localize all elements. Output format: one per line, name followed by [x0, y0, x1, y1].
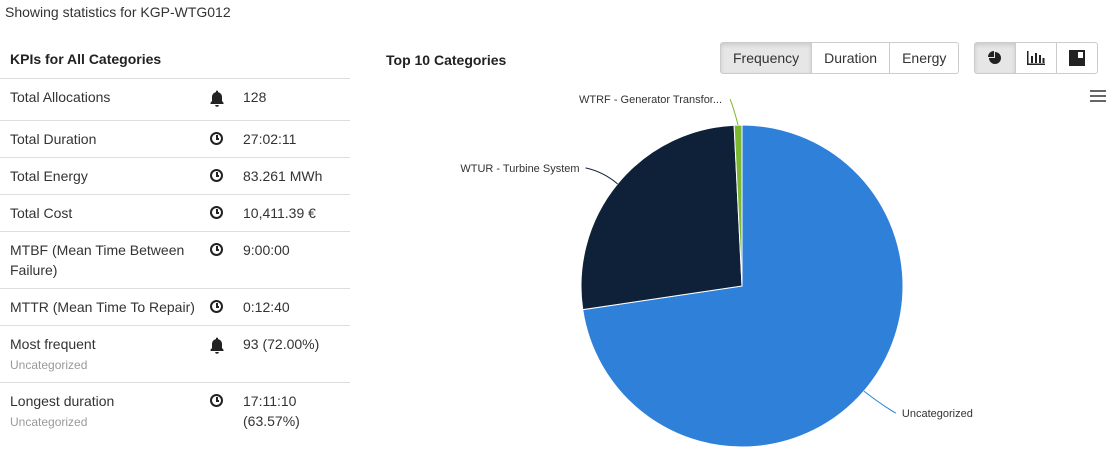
kpi-title: KPIs for All Categories [0, 40, 350, 79]
kpi-label: Total Duration [10, 131, 97, 147]
bell-icon [205, 334, 243, 374]
hamburger-menu-icon[interactable] [1090, 90, 1106, 104]
pie-chart: Uncategorized WTUR - Turbine System WTRF -… [460, 94, 973, 448]
kpi-label: Longest duration [10, 393, 115, 409]
kpi-label: MTTR (Mean Time To Repair) [10, 299, 195, 315]
kpi-label: Total Allocations [10, 89, 111, 105]
pie-chart-icon [988, 51, 1001, 64]
kpi-row: MTTR (Mean Time To Repair) 0:12:40 [0, 289, 350, 326]
kpi-sub-label: Uncategorized [10, 358, 88, 372]
kpi-value: 93 (72.00%) [243, 336, 320, 352]
duration-button[interactable]: Duration [811, 42, 891, 74]
pie-slice-label: WTUR - Turbine System [460, 163, 579, 175]
clock-icon [205, 240, 243, 280]
kpi-label: MTBF (Mean Time Between Failure) [10, 242, 185, 278]
kpi-label: Most frequent [10, 336, 96, 352]
table-layout-icon [1069, 50, 1085, 66]
kpi-label-cell: Most frequent Uncategorized [10, 334, 205, 374]
kpi-value: 10,411.39 € [243, 205, 316, 221]
pie-view-button[interactable] [974, 42, 1016, 74]
pie-label-connector [729, 98, 739, 126]
pie-slice-label: WTRF - Generator Transfor... [579, 94, 722, 106]
clock-icon [205, 129, 243, 149]
view-button-group [974, 42, 1098, 74]
kpi-value: 0:12:40 [243, 299, 290, 315]
chart-title: Top 10 Categories [386, 52, 507, 68]
kpi-row: Total Energy 83.261 MWh [0, 158, 350, 195]
kpi-value: 17:11:10 (63.57%) [243, 393, 300, 429]
kpi-label-cell: MTBF (Mean Time Between Failure) [10, 240, 205, 280]
metric-button-group: Frequency Duration Energy [720, 42, 960, 74]
kpi-label-cell: Total Energy [10, 166, 205, 186]
kpi-row: Total Allocations 128 [0, 79, 350, 121]
pie-slice-label: Uncategorized [902, 408, 973, 420]
kpi-label: Total Energy [10, 168, 88, 184]
kpi-row: Longest duration Uncategorized 17:11:10 (6… [0, 383, 350, 439]
kpi-row: Total Duration 27:02:11 [0, 121, 350, 158]
kpi-value: 9:00:00 [243, 242, 290, 258]
clock-icon [205, 391, 243, 431]
kpi-value: 128 [243, 89, 267, 105]
kpi-value: 27:02:11 [243, 131, 297, 147]
kpi-label-cell: Total Allocations [10, 87, 205, 112]
energy-button[interactable]: Energy [889, 42, 960, 74]
pie-label-connector [585, 167, 618, 185]
kpi-label-cell: Total Cost [10, 203, 205, 223]
pie-slice[interactable] [580, 124, 743, 311]
kpi-value: 83.261 MWh [243, 168, 323, 184]
page-header: Showing statistics for KGP-WTG012 [5, 4, 231, 20]
bell-icon [205, 87, 243, 112]
clock-icon [205, 166, 243, 186]
kpi-label-cell: Total Duration [10, 129, 205, 149]
kpi-label: Total Cost [10, 205, 73, 221]
kpi-panel: KPIs for All Categories Total Allocation… [0, 40, 350, 439]
kpi-sub-label: Uncategorized [10, 415, 88, 429]
clock-icon [205, 297, 243, 317]
pie-label-connector [863, 390, 897, 414]
kpi-row: Most frequent Uncategorized 93 (72.00%) [0, 326, 350, 383]
frequency-button[interactable]: Frequency [720, 42, 813, 74]
kpi-label-cell: Longest duration Uncategorized [10, 391, 205, 431]
bar-view-button[interactable] [1015, 42, 1057, 74]
table-view-button[interactable] [1056, 42, 1098, 74]
kpi-row: Total Cost 10,411.39 € [0, 195, 350, 232]
bar-chart-icon [1027, 51, 1045, 65]
kpi-row: MTBF (Mean Time Between Failure) 9:00:00 [0, 232, 350, 289]
kpi-label-cell: MTTR (Mean Time To Repair) [10, 297, 205, 317]
clock-icon [205, 203, 243, 223]
